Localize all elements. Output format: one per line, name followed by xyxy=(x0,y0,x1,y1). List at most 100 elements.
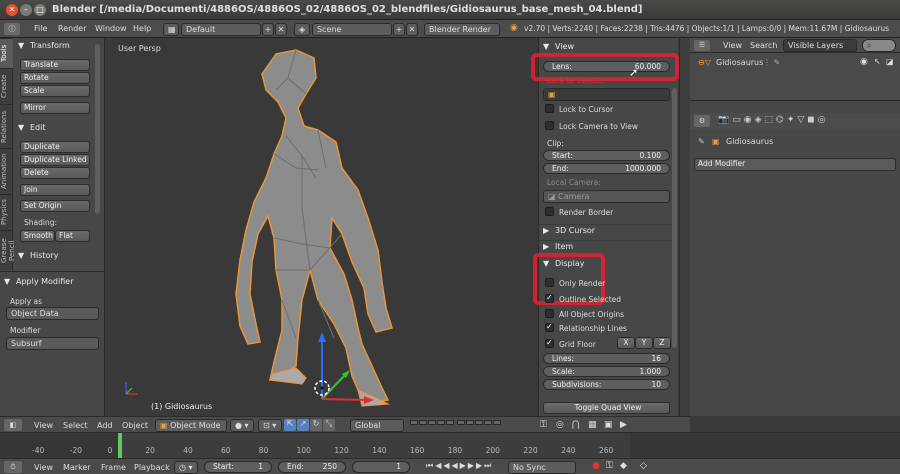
timeline-editor-icon[interactable]: ⏱ xyxy=(4,461,22,473)
set-origin-dropdown[interactable]: Set Origin xyxy=(20,200,90,212)
local-camera-field[interactable]: ◪ Camera xyxy=(543,190,670,203)
view-section-header[interactable]: View xyxy=(555,42,574,51)
close-icon[interactable]: ✕ xyxy=(6,4,18,16)
all-object-origins-checkbox[interactable] xyxy=(545,309,554,318)
clip-start-field[interactable]: Start: 0.100 xyxy=(543,150,670,161)
remove-scene-icon[interactable]: ✕ xyxy=(406,23,418,36)
timeline-menu-playback[interactable]: Playback xyxy=(134,463,170,472)
duplicate-button[interactable]: Duplicate xyxy=(20,141,90,153)
flat-shading-button[interactable]: Flat xyxy=(55,230,90,242)
tab-relations[interactable]: Relations xyxy=(0,104,13,148)
lock-object-field[interactable]: ▣ xyxy=(543,88,670,101)
add-layout-icon[interactable]: + xyxy=(262,23,274,36)
timeline-menu-view[interactable]: View xyxy=(34,463,53,472)
viewport-shading-select[interactable]: ● ▾ xyxy=(230,419,254,432)
visibility-eye-icon[interactable]: ◉ xyxy=(860,57,868,67)
selectability-arrow-icon[interactable]: ↖ xyxy=(874,57,881,66)
operator-panel-header[interactable]: Apply Modifier xyxy=(16,277,73,286)
outline-selected-checkbox[interactable] xyxy=(545,293,554,303)
outliner-item-gidiosaurus[interactable]: Gidiosaurus xyxy=(716,58,763,67)
pivot-point-select[interactable]: ⊡ ▾ xyxy=(258,419,282,432)
delete-button[interactable]: Delete xyxy=(20,167,90,179)
timeline-menu-marker[interactable]: Marker xyxy=(63,463,91,472)
apply-as-dropdown[interactable]: Object Data xyxy=(6,307,99,320)
y-axis-manipulator[interactable] xyxy=(321,373,347,400)
edit-panel-header[interactable]: Edit xyxy=(30,123,46,132)
view-section-arrow[interactable]: ▼ xyxy=(543,42,549,51)
proportional-edit-icon[interactable]: ◎ xyxy=(556,420,564,430)
render-camera-icon[interactable]: ◪ xyxy=(886,57,894,66)
menu-file[interactable]: File xyxy=(34,24,47,33)
outliner-display-mode-select[interactable]: Visible Layers xyxy=(783,39,857,52)
menu-add[interactable]: Add xyxy=(97,421,113,430)
keying-set-icon[interactable]: ⚿ xyxy=(606,461,613,471)
transform-orientation-select[interactable]: Global xyxy=(350,419,404,432)
grid-x-axis-toggle[interactable]: X xyxy=(617,337,635,349)
operator-panel-arrow[interactable]: ▼ xyxy=(4,277,10,286)
tab-tools[interactable]: Tools xyxy=(0,38,13,68)
clip-end-field[interactable]: End: 1000.000 xyxy=(543,163,670,174)
scene-type-icon[interactable]: ◈ xyxy=(294,23,310,36)
snap-element-icon[interactable]: ▦ xyxy=(588,420,597,430)
add-scene-icon[interactable]: + xyxy=(393,23,405,36)
manipulator-toggles[interactable]: ⇱ ↗ ↻ ⤡ xyxy=(284,419,348,432)
grid-scale-field[interactable]: Scale: 1.000 xyxy=(543,366,670,377)
minimize-icon[interactable]: – xyxy=(20,4,32,16)
rotate-button[interactable]: Rotate xyxy=(20,72,90,84)
preview-range-toggle[interactable]: ◷ ▾ xyxy=(174,461,198,474)
tab-create[interactable]: Create xyxy=(0,68,13,104)
record-icon[interactable]: ● xyxy=(592,461,600,471)
start-frame-field[interactable]: Start: 1 xyxy=(204,461,272,473)
viewport-3d[interactable]: User Persp (1) Gidiosaurus xyxy=(106,38,538,416)
grid-floor-checkbox[interactable] xyxy=(545,338,554,348)
snap-magnet-icon[interactable]: ⋂ xyxy=(572,420,579,430)
tool-shelf-scrollbar[interactable] xyxy=(95,44,100,214)
current-frame-field[interactable]: 1 xyxy=(352,461,410,473)
x-axis-manipulator[interactable] xyxy=(321,398,369,401)
only-render-checkbox[interactable] xyxy=(545,278,554,287)
join-button[interactable]: Join xyxy=(20,184,90,196)
panel-scrollbar[interactable] xyxy=(672,88,677,348)
lock-to-cursor-checkbox[interactable] xyxy=(545,104,554,113)
pin-icon[interactable]: ✎ xyxy=(698,137,705,146)
menu-object[interactable]: Object xyxy=(122,421,148,430)
layer-buttons[interactable] xyxy=(410,420,530,430)
grid-y-axis-toggle[interactable]: Y xyxy=(635,337,653,349)
scene-select[interactable]: Scene xyxy=(312,23,392,36)
mirror-button[interactable]: Mirror xyxy=(20,102,90,114)
tab-grease-pencil[interactable]: Grease Pencil xyxy=(0,230,16,270)
tab-animation[interactable]: Animation xyxy=(0,148,13,194)
menu-view[interactable]: View xyxy=(34,421,53,430)
edit-panel-arrow[interactable]: ▼ xyxy=(18,123,24,132)
context-tabs[interactable]: 📷▭◉◈⬚⌬✦▽◼◎ xyxy=(718,115,829,127)
grid-subdivisions-field[interactable]: Subdivisions: 10 xyxy=(543,379,670,390)
maximize-icon[interactable]: □ xyxy=(34,4,46,16)
menu-window[interactable]: Window xyxy=(95,24,127,33)
layout-select[interactable]: Default xyxy=(181,23,261,36)
outliner-editor-icon[interactable]: ☰ xyxy=(694,40,710,51)
transform-panel-header[interactable]: Transform xyxy=(30,41,70,50)
translate-button[interactable]: Translate xyxy=(20,59,90,71)
scale-button[interactable]: Scale xyxy=(20,85,90,97)
lock-icon[interactable]: ⚿ xyxy=(540,420,547,430)
character-mesh[interactable] xyxy=(106,38,538,416)
insert-keyframe-icon[interactable]: ◆ xyxy=(620,461,627,471)
add-modifier-dropdown[interactable]: Add Modifier xyxy=(694,158,896,171)
3d-editor-type-icon[interactable]: ◧ xyxy=(4,419,22,431)
current-frame-indicator[interactable] xyxy=(118,433,122,459)
3d-cursor-section[interactable]: ▶ 3D Cursor xyxy=(539,224,679,236)
editor-type-icon[interactable]: ⓘ xyxy=(4,23,20,35)
remove-layout-icon[interactable]: ✕ xyxy=(275,23,287,36)
history-panel-header[interactable]: History xyxy=(30,251,58,260)
lock-camera-checkbox[interactable] xyxy=(545,121,554,130)
outliner-menu-search[interactable]: Search xyxy=(750,41,777,50)
delete-keyframe-icon[interactable]: ◇ xyxy=(640,461,647,471)
menu-help[interactable]: Help xyxy=(133,24,151,33)
grid-z-axis-toggle[interactable]: Z xyxy=(653,337,671,349)
duplicate-linked-button[interactable]: Duplicate Linked xyxy=(20,154,90,166)
outliner-search-input[interactable]: ⌕ xyxy=(862,39,896,52)
interaction-mode-select[interactable]: ▣ Object Mode xyxy=(155,419,227,432)
grid-lines-field[interactable]: Lines: 16 xyxy=(543,353,670,364)
relationship-lines-checkbox[interactable] xyxy=(545,322,554,332)
transform-panel-arrow[interactable]: ▼ xyxy=(18,41,24,50)
